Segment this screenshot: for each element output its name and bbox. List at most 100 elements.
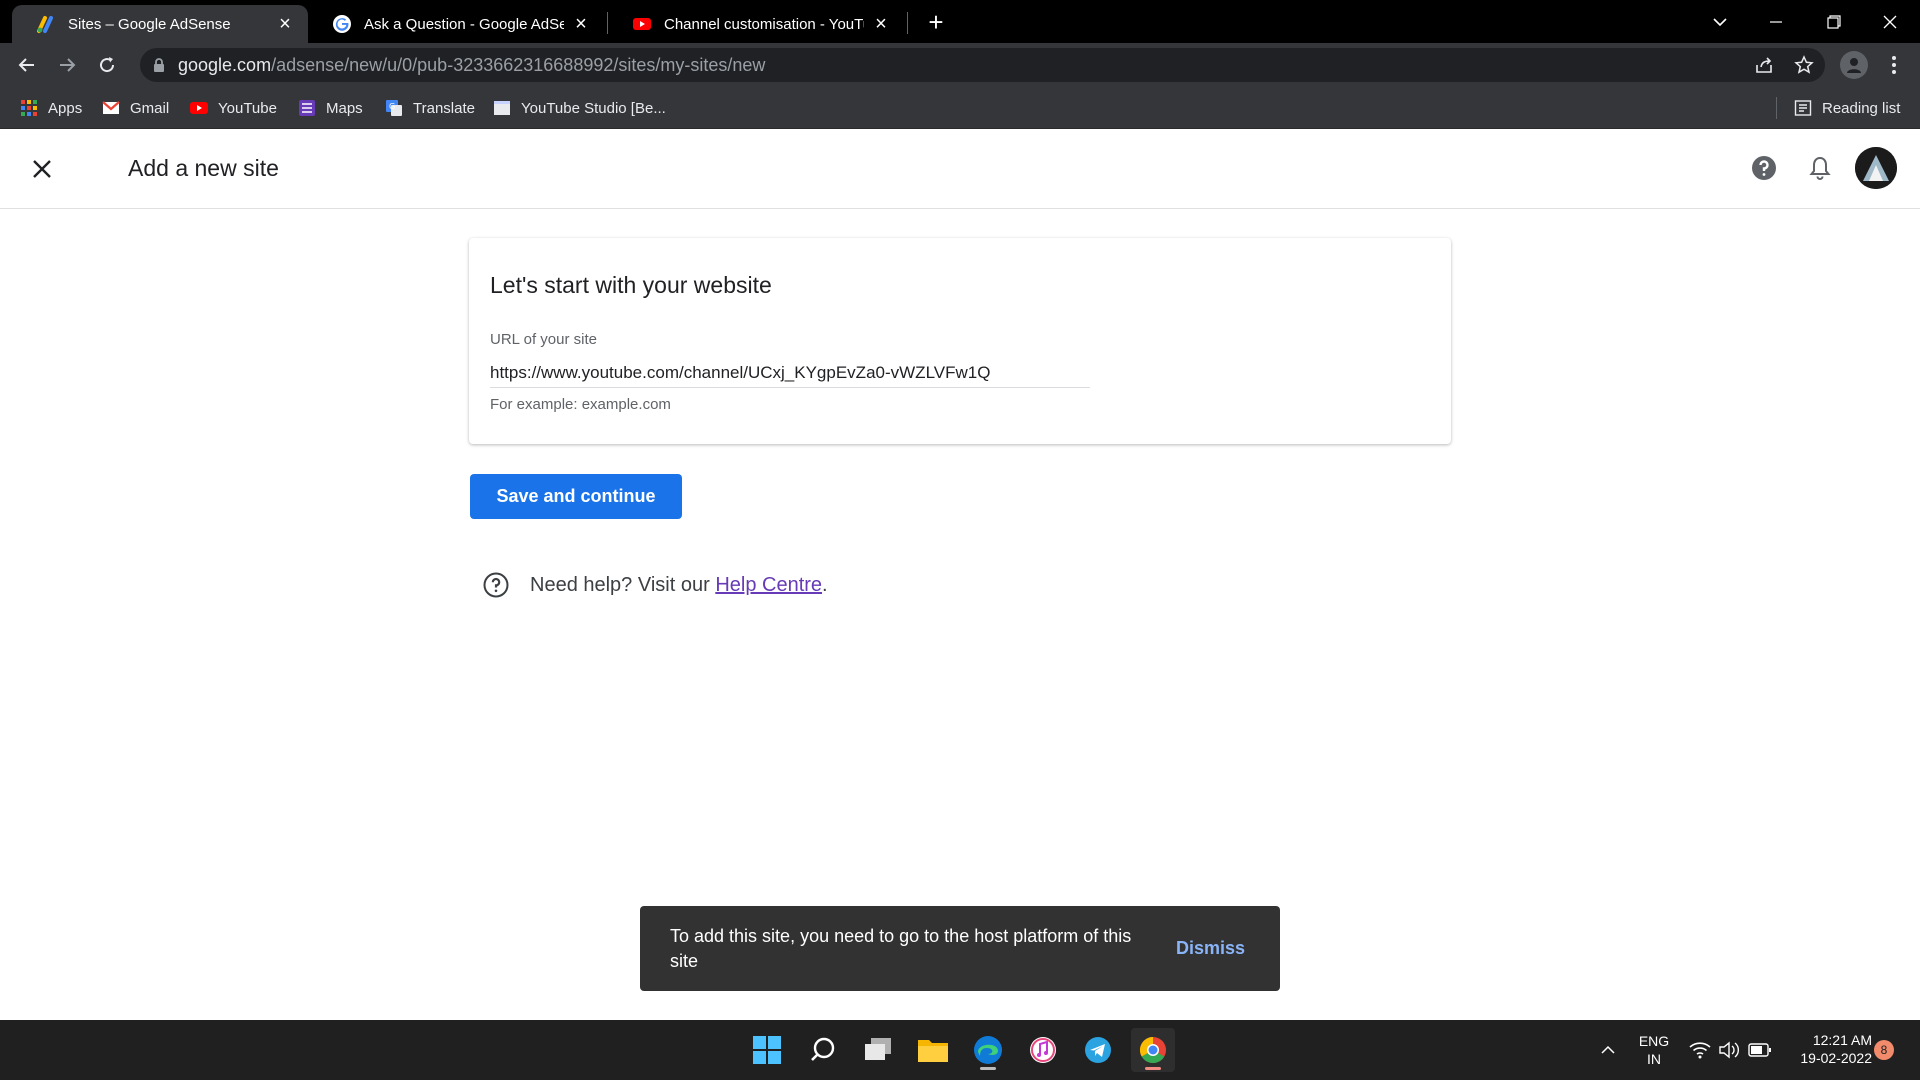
help-suffix: . [822,573,828,596]
save-and-continue-button[interactable]: Save and continue [470,474,682,519]
wifi-icon [1689,1042,1711,1059]
adsense-icon [37,16,53,33]
url-text: google.com/adsense/new/u/0/pub-323366231… [178,55,765,76]
minimize-icon [1770,20,1782,23]
region-code: IN [1647,1051,1661,1067]
bookmark-translate[interactable]: G Translate [385,96,475,120]
clock-time: 12:21 AM [1812,1032,1872,1048]
taskbar-search-button[interactable] [801,1028,845,1072]
forward-button[interactable] [51,49,83,81]
tab-title: Ask a Question - Google AdSense [364,15,564,33]
tab-divider [907,12,908,34]
close-tab-icon[interactable]: × [572,14,590,34]
bookmarks-bar: Apps Gmail YouTube Maps G Translate YouT… [0,87,1920,129]
close-tab-icon[interactable]: × [276,14,294,34]
more-vertical-icon [1892,56,1896,74]
bookmark-label: Maps [326,99,363,117]
bookmark-apps[interactable]: Apps [20,96,82,120]
close-window-button[interactable] [1862,0,1918,43]
close-icon[interactable] [28,155,56,183]
apps-grid-icon [21,100,37,116]
avatar-image [1855,147,1897,189]
help-icon[interactable] [1750,154,1778,182]
browser-toolbar: google.com/adsense/new/u/0/pub-323366231… [0,43,1920,87]
bookmark-gmail[interactable]: Gmail [102,96,169,120]
reading-list-label: Reading list [1822,99,1901,117]
reading-list-icon [1794,100,1812,116]
address-bar[interactable]: google.com/adsense/new/u/0/pub-323366231… [140,48,1825,82]
edge-icon [974,1036,1002,1064]
browser-menu-button[interactable] [1882,53,1906,77]
input-language-indicator[interactable]: ENG IN [1634,1032,1674,1068]
account-avatar[interactable] [1855,147,1897,189]
restore-button[interactable] [1806,0,1862,43]
running-indicator [1145,1067,1161,1070]
site-url-card: Let's start with your website URL of you… [469,238,1451,444]
dismiss-button[interactable]: Dismiss [1176,938,1245,959]
task-view-icon [865,1038,891,1060]
notifications-bell-icon[interactable] [1806,154,1834,182]
close-icon [1883,15,1897,28]
tab-search-button[interactable] [1692,0,1748,43]
share-button[interactable] [1752,53,1776,77]
arrow-right-icon [60,58,76,72]
youtube-icon [190,102,208,114]
taskbar-start-button[interactable] [745,1028,789,1072]
search-icon [811,1037,835,1061]
help-text: Need help? Visit our [530,573,716,596]
bookmarks-divider [1776,97,1777,119]
taskbar-itunes[interactable] [1021,1028,1065,1072]
running-indicator [980,1067,996,1070]
translate-icon: G [386,100,402,116]
help-circle-icon [483,572,509,598]
show-hidden-icons-button[interactable] [1590,1028,1626,1072]
bookmark-label: YouTube Studio [Be... [521,99,666,117]
restore-icon [1827,14,1841,29]
tab-title: Sites – Google AdSense [68,15,231,33]
gmail-icon [102,101,120,114]
windows-start-icon [753,1036,781,1064]
chrome-icon [1139,1036,1166,1064]
taskbar-edge[interactable] [966,1028,1010,1072]
chevron-down-icon [1713,17,1727,26]
clock-date: 19-02-2022 [1800,1050,1872,1066]
taskbar-task-view-button[interactable] [856,1028,900,1072]
minimize-button[interactable] [1748,0,1804,43]
telegram-icon [1085,1037,1111,1063]
site-url-input[interactable] [490,358,1090,388]
clock[interactable]: 12:21 AM 19-02-2022 [1782,1031,1872,1067]
new-tab-button[interactable]: + [922,8,950,36]
maps-icon [299,100,315,116]
browser-tab-strip: Sites – Google AdSense × Ask a Question … [0,0,1920,43]
bookmark-youtube-studio[interactable]: YouTube Studio [Be... [493,96,666,120]
bookmark-maps[interactable]: Maps [298,96,363,120]
back-button[interactable] [11,49,43,81]
bookmark-youtube[interactable]: YouTube [190,96,277,120]
taskbar-file-explorer[interactable] [911,1028,955,1072]
help-centre-link[interactable]: Help Centre [715,574,822,597]
tab-adsense-sites[interactable]: Sites – Google AdSense × [12,5,308,43]
arrow-left-icon [18,58,34,72]
profile-button[interactable] [1840,51,1868,79]
notification-count-badge[interactable]: 8 [1874,1040,1894,1060]
bookmark-label: Apps [48,99,83,117]
card-heading: Let's start with your website [490,272,772,298]
taskbar-telegram[interactable] [1076,1028,1120,1072]
bookmark-star-button[interactable] [1792,53,1816,77]
taskbar-chrome[interactable] [1131,1028,1175,1072]
tab-channel-customisation[interactable]: Channel customisation - YouTube × [608,5,904,43]
battery-status[interactable] [1740,1028,1780,1072]
lang-code: ENG [1638,1033,1670,1049]
close-tab-icon[interactable]: × [872,14,890,34]
bookmark-label: Translate [413,99,475,117]
reload-button[interactable] [91,49,123,81]
share-icon [1756,57,1772,73]
bookmark-label: Gmail [130,99,170,117]
music-icon [1030,1037,1056,1063]
tab-ask-question[interactable]: Ask a Question - Google AdSense × [308,5,604,43]
url-field-label: URL of your site [490,331,597,348]
speaker-icon [1719,1041,1739,1059]
lock-icon [154,58,164,72]
reading-list-button[interactable]: Reading list [1794,96,1900,120]
app-header: Add a new site [0,129,1920,209]
